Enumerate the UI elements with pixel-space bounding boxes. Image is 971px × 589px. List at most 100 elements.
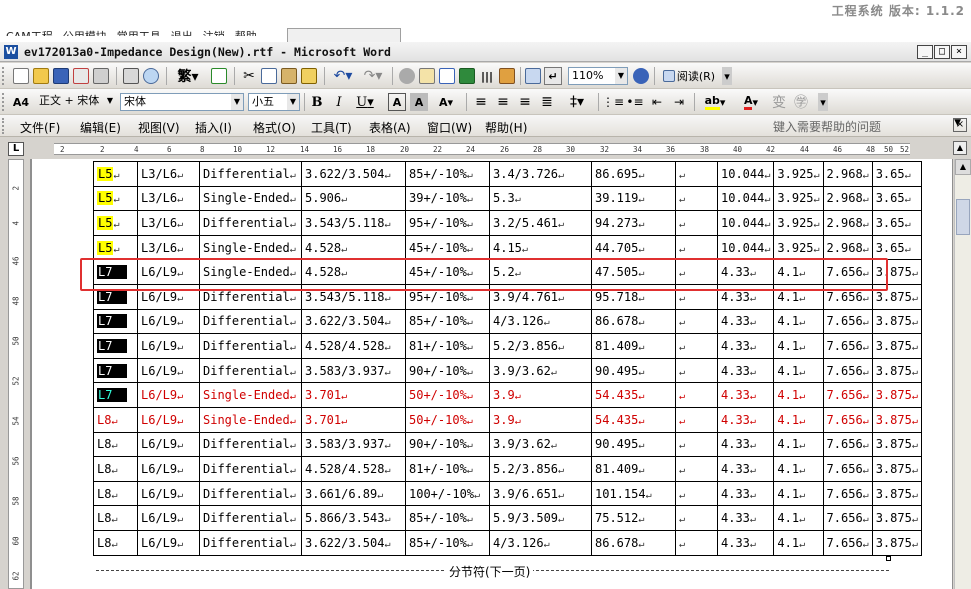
table-cell-calc[interactable]: 3.9/3.62↵ <box>489 357 592 384</box>
table-cell-e[interactable]: ↵ <box>675 357 718 384</box>
drawing-icon[interactable] <box>498 67 516 85</box>
table-cell-e[interactable]: ↵ <box>675 234 718 261</box>
phonetic-guide-icon[interactable]: 变 <box>770 93 788 111</box>
table-cell-val[interactable]: 44.705↵ <box>591 234 676 261</box>
menu-tools[interactable]: 工具(T) <box>311 119 352 136</box>
table-cell-c2[interactable]: 3.925↵ <box>773 185 824 212</box>
align-center-icon[interactable]: ≡ <box>494 93 512 111</box>
host-menu-exit[interactable]: 退出 <box>171 26 193 36</box>
insert-excel-icon[interactable] <box>458 67 476 85</box>
table-cell-type[interactable]: Differential↵ <box>199 480 302 507</box>
table-cell-c4[interactable]: 3.875↵ <box>871 505 922 531</box>
host-menu-tools[interactable]: 常用工具 <box>117 26 161 36</box>
style-select[interactable]: 正文 + 宋体 ▼ <box>36 93 116 111</box>
table-cell-layer[interactable]: L5↵ <box>93 161 138 187</box>
table-cell-layer[interactable]: L8↵ <box>93 456 138 482</box>
table-cell-layer[interactable]: L8↵ <box>93 480 138 507</box>
host-dropdown[interactable] <box>287 28 401 42</box>
table-cell-c3[interactable]: 7.656↵ <box>822 480 873 507</box>
minimize-button[interactable]: _ <box>917 45 933 59</box>
table-cell-ref[interactable]: L3/L6↵ <box>137 185 200 212</box>
table-cell-val[interactable]: 75.512↵ <box>591 505 676 531</box>
show-hide-icon[interactable]: ↵ <box>544 67 562 85</box>
table-cell-c4[interactable]: 3.65↵ <box>871 210 922 236</box>
table-cell-imp[interactable]: 50+/-10%↵ <box>405 382 490 408</box>
vertical-ruler[interactable]: 2 4 46 48 50 52 54 56 58 60 62 <box>8 159 24 589</box>
table-cell-e[interactable]: ↵ <box>675 406 718 433</box>
close-document-button[interactable]: × <box>953 118 967 132</box>
table-cell-layer[interactable]: L8↵ <box>93 431 138 458</box>
table-cell-e[interactable]: ↵ <box>675 456 718 482</box>
font-select[interactable]: 宋体 ▼ <box>120 93 244 111</box>
table-cell-c1[interactable]: 10.044↵ <box>716 185 775 212</box>
table-cell-e[interactable]: ↵ <box>675 308 718 335</box>
table-cell-c1[interactable]: 10.044↵ <box>716 210 775 236</box>
new-document-icon[interactable] <box>12 67 30 85</box>
table-cell-c4[interactable]: 3.65↵ <box>871 234 922 261</box>
table-cell-imp[interactable]: 85+/-10%↵ <box>405 529 490 556</box>
host-menu-help[interactable]: 帮助 <box>235 26 257 36</box>
table-cell-c1[interactable]: 4.33↵ <box>716 406 775 433</box>
tab-selector[interactable]: L <box>8 142 24 156</box>
table-cell-val[interactable]: 86.678↵ <box>591 529 676 556</box>
justify-icon[interactable]: ≣ <box>538 93 556 111</box>
table-cell-imp[interactable]: 95+/-10%↵ <box>405 210 490 236</box>
close-button[interactable]: × <box>951 45 967 59</box>
font-color-icon[interactable]: A ▾ <box>736 93 766 111</box>
insert-table-icon[interactable] <box>438 67 456 85</box>
table-cell-layer[interactable]: L8↵ <box>93 505 138 531</box>
table-cell-imp[interactable]: 85+/-10%↵ <box>405 161 490 187</box>
table-cell-c3[interactable]: 7.656↵ <box>822 456 873 482</box>
copy-icon[interactable] <box>260 67 278 85</box>
table-cell-c3[interactable]: 2.968↵ <box>822 234 873 261</box>
table-cell-c3[interactable]: 7.656↵ <box>822 357 873 384</box>
table-cell-ref[interactable]: L6/L9↵ <box>137 357 200 384</box>
table-cell-calc[interactable]: 3.9↵ <box>489 406 592 433</box>
table-cell-ref[interactable]: L6/L9↵ <box>137 333 200 359</box>
table-cell-val[interactable]: 81.409↵ <box>591 456 676 482</box>
help-question-input[interactable]: 键入需要帮助的问题 ▼ <box>773 118 961 134</box>
table-cell-calc[interactable]: 3.9/6.651↵ <box>489 480 592 507</box>
table-cell-ref[interactable]: L6/L9↵ <box>137 382 200 408</box>
decrease-indent-icon[interactable]: ⇤ <box>648 93 666 111</box>
menu-file[interactable]: 文件(F) <box>20 119 60 136</box>
table-cell-c3[interactable]: 7.656↵ <box>822 431 873 458</box>
table-cell-ref[interactable]: L3/L6↵ <box>137 210 200 236</box>
table-cell-width[interactable]: 3.622/3.504↵ <box>301 308 406 335</box>
table-cell-ref[interactable]: L6/L9↵ <box>137 456 200 482</box>
hyperlink-icon[interactable] <box>398 67 416 85</box>
menu-window[interactable]: 窗口(W) <box>427 119 472 136</box>
table-cell-calc[interactable]: 3.9↵ <box>489 382 592 408</box>
table-cell-type[interactable]: Differential↵ <box>199 357 302 384</box>
table-cell-layer[interactable]: L8↵ <box>93 406 138 433</box>
table-cell-c1[interactable]: 4.33↵ <box>716 456 775 482</box>
table-cell-ref[interactable]: L6/L9↵ <box>137 505 200 531</box>
table-cell-calc[interactable]: 5.2/3.856↵ <box>489 333 592 359</box>
traditional-chinese-icon[interactable]: 繁▾ <box>170 67 206 85</box>
table-cell-c4[interactable]: 3.875↵ <box>871 308 922 335</box>
table-cell-val[interactable]: 90.495↵ <box>591 431 676 458</box>
table-cell-e[interactable]: ↵ <box>675 480 718 507</box>
table-cell-imp[interactable]: 90+/-10%↵ <box>405 357 490 384</box>
table-cell-width[interactable]: 4.528↵ <box>301 234 406 261</box>
toolbar-grip[interactable] <box>2 67 6 85</box>
table-cell-c1[interactable]: 10.044↵ <box>716 161 775 187</box>
cut-icon[interactable]: ✂ <box>240 67 258 85</box>
table-cell-layer[interactable]: L5↵ <box>93 210 138 236</box>
table-cell-c1[interactable]: 4.33↵ <box>716 308 775 335</box>
table-cell-c2[interactable]: 3.925↵ <box>773 161 824 187</box>
table-cell-c2[interactable]: 4.1↵ <box>773 382 824 408</box>
table-cell-c2[interactable]: 4.1↵ <box>773 480 824 507</box>
menu-view[interactable]: 视图(V) <box>138 119 180 136</box>
table-cell-width[interactable]: 3.701↵ <box>301 382 406 408</box>
host-menu-common-module[interactable]: 公用模块 <box>63 26 107 36</box>
table-cell-c2[interactable]: 4.1↵ <box>773 456 824 482</box>
table-cell-imp[interactable]: 81+/-10%↵ <box>405 333 490 359</box>
table-cell-calc[interactable]: 5.2/3.856↵ <box>489 456 592 482</box>
table-cell-c3[interactable]: 7.656↵ <box>822 406 873 433</box>
table-cell-type[interactable]: Differential↵ <box>199 308 302 335</box>
table-cell-calc[interactable]: 4/3.126↵ <box>489 308 592 335</box>
table-cell-val[interactable]: 54.435↵ <box>591 406 676 433</box>
table-cell-val[interactable]: 54.435↵ <box>591 382 676 408</box>
table-cell-c1[interactable]: 4.33↵ <box>716 505 775 531</box>
